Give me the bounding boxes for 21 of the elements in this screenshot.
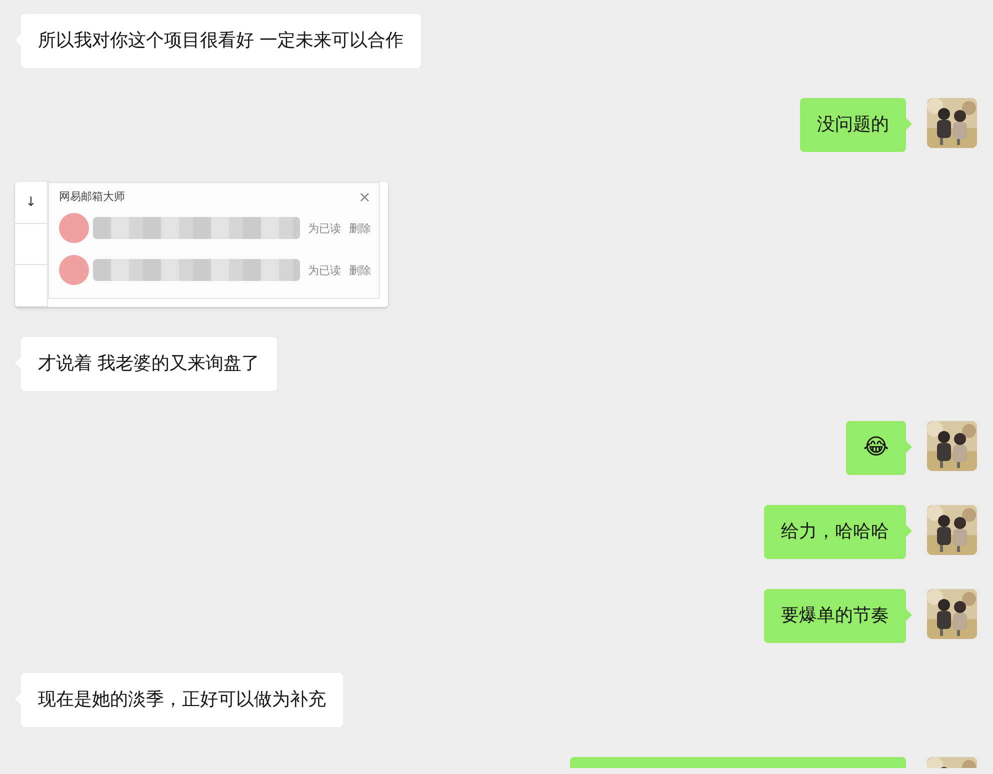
mark-read-link[interactable]: 为已读 [308,220,341,236]
mark-read-link[interactable]: 为已读 [308,262,341,278]
bubble-tail [906,609,912,621]
close-button[interactable]: × [358,190,371,204]
chat-bubble: 才说着 我老婆的又来询盘了 [21,337,277,391]
avatar-icon [59,255,89,285]
bubble-tail [906,118,912,130]
chat-bubble: 😂 [846,421,906,475]
down-arrow: ↓ [26,194,36,210]
chat-bubble: 要爆单的节奏 [764,589,906,643]
screenshot-image[interactable]: ↓ 网易邮箱大师 × 为已读 删除 为已读 删除 [15,182,388,307]
bubble-tail [906,525,912,537]
chat-bubble: 给力，哈哈哈 [764,505,906,559]
avatar-icon [59,213,89,243]
chat-bubble: 所以我对你这个项目很看好 一定未来可以合作 [21,14,421,68]
delete-link[interactable]: 删除 [349,220,371,236]
chat-bubble: 没问题的 [800,98,906,152]
bubble-tail [906,441,912,453]
delete-link[interactable]: 删除 [349,262,371,278]
chat-bubble: 现在是她的淡季，正好可以做为补充 [21,673,343,727]
popup-title: 网易邮箱大师 [59,189,125,204]
